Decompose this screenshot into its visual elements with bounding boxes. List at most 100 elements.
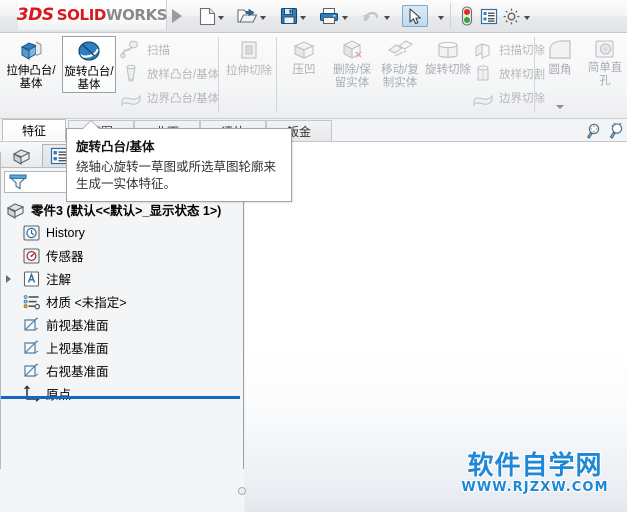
ribbon-revolve-cut-button[interactable]: 旋转切除	[424, 36, 472, 77]
tree-item-top-plane[interactable]: 上视基准面	[0, 336, 244, 359]
tooltip-body: 绕轴心旋转一草图或所选草图轮廓来生成一实体特征。	[76, 160, 277, 191]
tree-item-origin[interactable]: 原点	[0, 382, 244, 405]
site-watermark: 软件自学网 WWW.RJZXW.COM	[452, 452, 618, 495]
filter-funnel-icon	[9, 174, 27, 190]
history-icon	[23, 224, 40, 241]
zoom-to-area-button[interactable]	[606, 121, 627, 141]
new-file-icon	[199, 7, 215, 25]
feature-tree: 零件3 (默认<<默认>_显示状态 1>) History 传感器 注解 材质 …	[0, 198, 244, 405]
zoom-to-area-icon	[609, 123, 623, 139]
ribbon-indent-button[interactable]: 压凹	[280, 36, 328, 77]
loft-cut-icon	[477, 65, 489, 81]
sweep-cut-icon	[475, 43, 490, 59]
fillet-overflow-caret-icon[interactable]	[556, 105, 564, 109]
save-document-caret[interactable]	[298, 13, 307, 22]
open-document-caret[interactable]	[258, 13, 267, 22]
fillet-icon	[549, 40, 571, 59]
plane-icon	[24, 317, 39, 331]
viewport-splitter-handle[interactable]	[238, 487, 250, 499]
tree-item-history-label: History	[46, 225, 85, 240]
tooltip-arrow	[83, 121, 99, 129]
printer-icon	[320, 8, 338, 24]
rebuild-button[interactable]	[456, 5, 478, 27]
tab-features[interactable]: 特征	[2, 119, 66, 141]
open-document-button[interactable]	[236, 5, 258, 27]
select-tool-caret[interactable]	[436, 13, 445, 22]
ribbon-simple-hole-button[interactable]: 简单直孔	[584, 36, 626, 88]
ribbon-delete-keep-body-button[interactable]: 删除/保留实体	[328, 36, 376, 90]
ribbon-move-copy-body-button[interactable]: 移动/复制实体	[376, 36, 424, 90]
save-document-button[interactable]	[278, 5, 300, 27]
ribbon-extrude-boss-label: 拉伸凸台/基体	[6, 65, 56, 90]
ribbon-loft-boss-label: 放样凸台/基体	[147, 69, 220, 81]
ribbon-fillet-button[interactable]: 圆角	[538, 36, 582, 77]
ribbon-boundary-cut-label: 边界切除	[499, 93, 545, 105]
tree-item-annotations[interactable]: 注解	[0, 267, 244, 290]
panel-left-border	[0, 152, 1, 469]
watermark-url: WWW.RJZXW.COM	[461, 480, 609, 495]
options-list-button[interactable]	[478, 5, 500, 27]
rollback-bar[interactable]	[0, 396, 240, 399]
new-document-caret[interactable]	[216, 13, 225, 22]
settings-button[interactable]	[500, 5, 522, 27]
logo-solid-text: SOLID	[56, 6, 107, 24]
tree-item-sensors-label: 传感器	[46, 250, 84, 264]
ribbon-sweep-button[interactable]: 扫描	[120, 38, 170, 62]
annotations-expander-icon[interactable]	[6, 275, 11, 283]
material-icon	[23, 294, 41, 309]
ribbon-sweep-label: 扫描	[147, 45, 170, 57]
boundary-cut-icon	[473, 94, 493, 107]
tree-item-front-plane[interactable]: 前视基准面	[0, 313, 244, 336]
undo-button[interactable]	[360, 5, 382, 27]
settings-caret[interactable]	[522, 13, 531, 22]
zoom-to-fit-button[interactable]	[584, 121, 606, 141]
ribbon-boundary-boss-button[interactable]: 边界凸台/基体	[120, 86, 219, 110]
ribbon-delete-keep-body-label: 删除/保留实体	[333, 64, 371, 89]
part-tree-icon	[12, 148, 31, 165]
traffic-light-icon	[461, 6, 473, 26]
simple-hole-icon	[595, 40, 614, 58]
revolve-cut-icon	[438, 41, 458, 58]
sensor-icon	[23, 247, 40, 264]
list-panel-icon	[480, 8, 498, 24]
tree-item-material[interactable]: 材质 <未指定>	[0, 290, 244, 313]
tree-item-annotations-label: 注解	[46, 273, 72, 287]
tree-item-sensors[interactable]: 传感器	[0, 244, 244, 267]
menu-expand-arrow-icon[interactable]	[172, 9, 182, 23]
zoom-to-fit-icon	[586, 123, 600, 139]
tree-item-top-plane-label: 上视基准面	[46, 342, 109, 356]
boundary-boss-icon	[121, 94, 141, 107]
ribbon-revolve-boss-button[interactable]: 旋转凸台/基体	[62, 36, 116, 93]
ribbon-loft-boss-button[interactable]: 放样凸台/基体	[120, 62, 219, 86]
ribbon-extrude-boss-button[interactable]: 拉伸凸台/基体	[4, 36, 58, 91]
print-document-button[interactable]	[318, 5, 340, 27]
extrude-boss-icon	[20, 41, 42, 60]
tree-item-right-plane-label: 右视基准面	[46, 365, 109, 379]
gear-icon	[503, 8, 519, 24]
select-tool-button[interactable]	[402, 5, 428, 27]
tree-item-right-plane[interactable]: 右视基准面	[0, 359, 244, 382]
delete-keep-body-icon	[342, 40, 362, 59]
tree-item-front-plane-label: 前视基准面	[46, 319, 109, 333]
cursor-arrow-icon	[408, 7, 421, 24]
ribbon-extrude-cut-button[interactable]: 拉伸切除	[222, 36, 276, 78]
undo-caret[interactable]	[382, 13, 391, 22]
plane-icon	[24, 363, 39, 377]
solidworks-window: 3DS SOLIDWORKS 拉伸凸台/基体 旋转凸台/基体 扫描 放样凸台/基…	[0, 0, 627, 512]
ribbon-extrude-cut-label: 拉伸切除	[226, 65, 272, 77]
extrude-cut-icon	[241, 41, 257, 59]
ribbon-move-copy-body-label: 移动/复制实体	[381, 64, 419, 89]
ribbon-toolbar: 拉伸凸台/基体 旋转凸台/基体 扫描 放样凸台/基体 边界凸台/基体 拉伸切除 …	[0, 33, 627, 119]
print-document-caret[interactable]	[340, 13, 349, 22]
annotations-icon	[23, 270, 40, 287]
revolve-boss-tooltip: 旋转凸台/基体 绕轴心旋转一草图或所选草图轮廓来生成一实体特征。	[66, 128, 292, 202]
indent-icon	[293, 41, 315, 59]
plane-icon	[24, 340, 39, 354]
floppy-save-icon	[280, 7, 298, 25]
new-document-button[interactable]	[196, 5, 218, 27]
loft-boss-icon	[126, 64, 136, 82]
feature-manager-tab[interactable]	[4, 144, 40, 167]
tree-item-part-label: 零件3 (默认<<默认>_显示状态 1>)	[31, 204, 222, 218]
ribbon-revolve-boss-label: 旋转凸台/基体	[64, 66, 114, 91]
tree-item-history[interactable]: History	[0, 221, 244, 244]
